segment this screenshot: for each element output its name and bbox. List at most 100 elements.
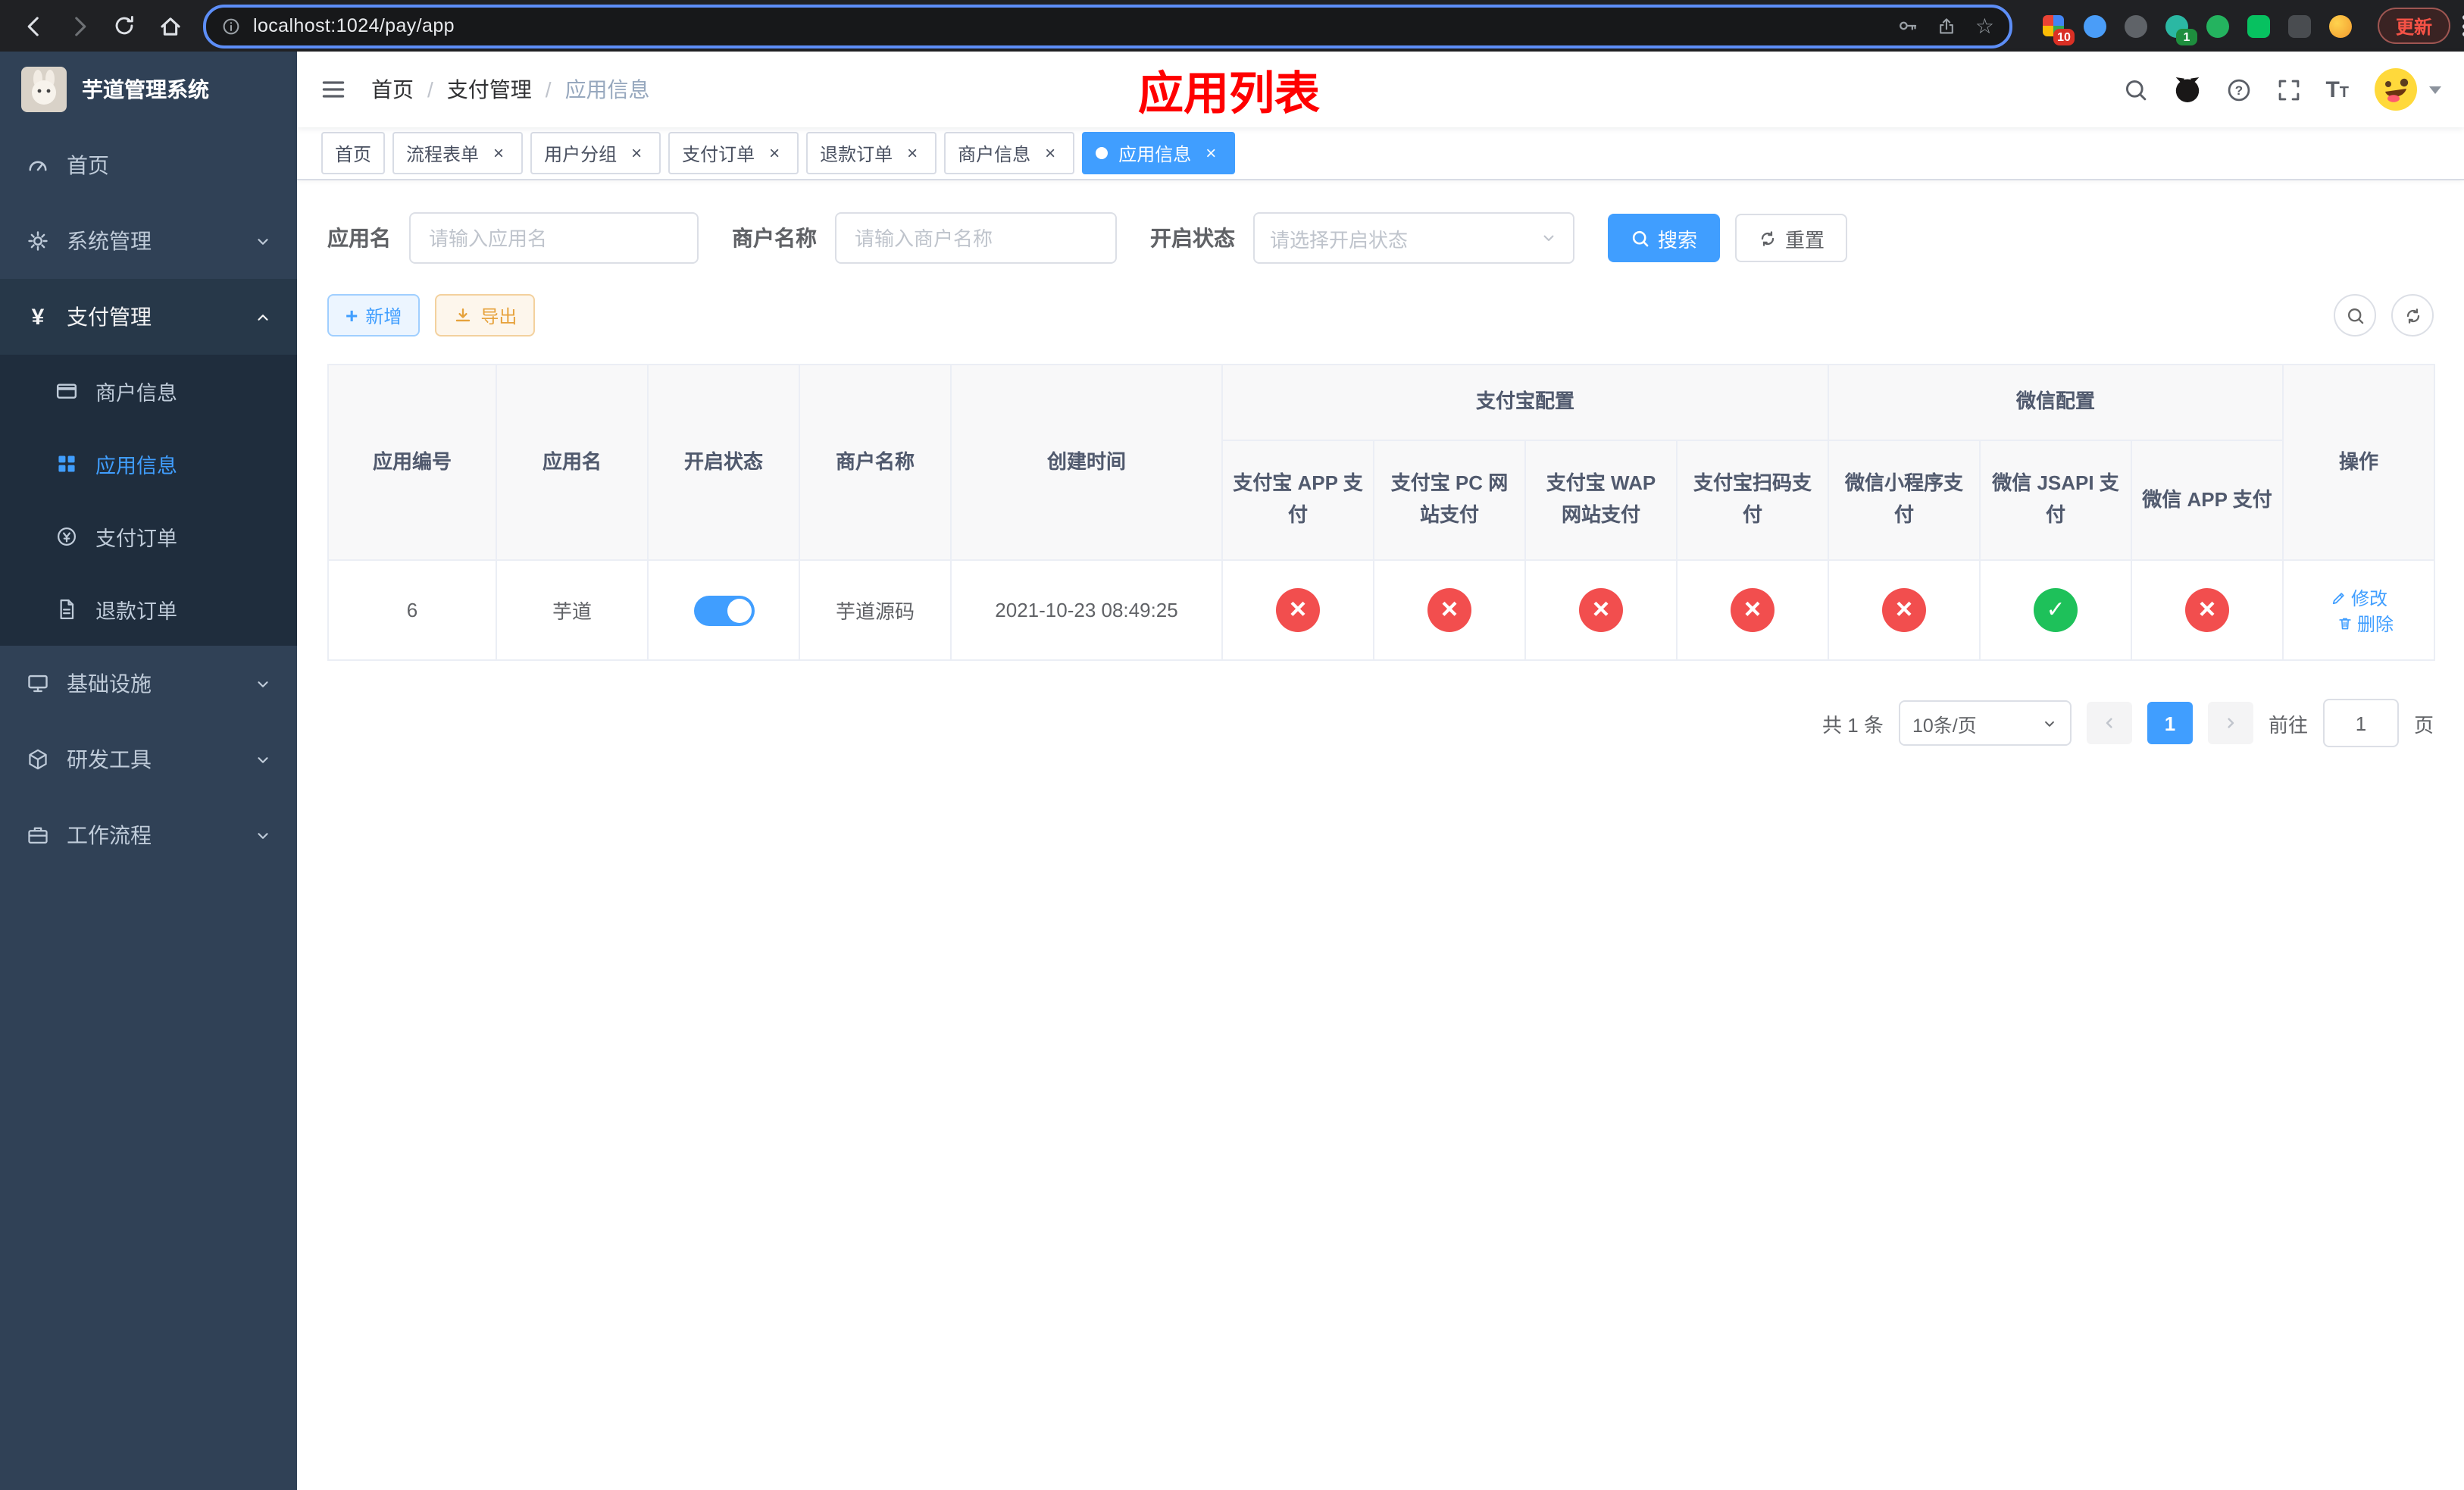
share-icon[interactable] xyxy=(1937,16,1957,36)
page-size-select[interactable]: 10条/页 xyxy=(1898,700,2072,746)
next-page-button[interactable] xyxy=(2207,702,2253,744)
help-icon[interactable]: ? xyxy=(2225,77,2251,102)
sidebar-item-app-info[interactable]: 应用信息 xyxy=(0,427,297,500)
refresh-icon[interactable] xyxy=(2391,294,2434,337)
dashboard-icon xyxy=(26,153,50,177)
tabs-bar: 首页 流程表单 用户分组 支付订单 退款订单 商户信息 应用信息 xyxy=(297,127,2464,180)
tab-app-info[interactable]: 应用信息 xyxy=(1082,132,1236,174)
github-icon[interactable] xyxy=(2172,75,2201,104)
sidebar-item-refund-order[interactable]: 退款订单 xyxy=(0,573,297,646)
col-alipay-pc: 支付宝 PC 网站支付 xyxy=(1373,440,1526,561)
close-icon[interactable] xyxy=(626,142,647,164)
extension-green-circle-icon[interactable] xyxy=(2203,12,2231,39)
sidebar-item-home[interactable]: 首页 xyxy=(0,127,297,203)
group-alipay-config: 支付宝配置 xyxy=(1221,364,1830,441)
sidebar: 芋道管理系统 首页 系统管理 ¥ 支付管理 商户信息 应用信息 支付订单 退款订… xyxy=(0,52,297,1490)
search-button[interactable]: 搜索 xyxy=(1608,214,1721,262)
extension-gray-icon[interactable] xyxy=(2122,12,2149,39)
toggle-search-icon[interactable] xyxy=(2334,294,2376,337)
edit-link[interactable]: 修改 xyxy=(2330,584,2387,610)
goto-page-input[interactable] xyxy=(2322,699,2399,747)
extension-emoji-icon[interactable] xyxy=(2326,12,2353,39)
tab-home[interactable]: 首页 xyxy=(321,132,386,174)
fullscreen-icon[interactable] xyxy=(2275,77,2301,102)
extension-wechat-icon[interactable] xyxy=(2244,12,2272,39)
merchant-name-input[interactable] xyxy=(835,212,1117,264)
back-icon[interactable] xyxy=(12,5,55,47)
trash-icon xyxy=(2336,615,2353,631)
sidebar-item-infra[interactable]: 基础设施 xyxy=(0,646,297,722)
chevron-up-icon xyxy=(255,308,271,325)
document-icon xyxy=(55,597,79,621)
bookmark-star-icon[interactable]: ☆ xyxy=(1975,15,1994,36)
status-label: 开启状态 xyxy=(1150,226,1235,250)
address-bar[interactable]: localhost:1024/pay/app ☆ xyxy=(203,4,2012,48)
extension-badge: 10 xyxy=(2053,29,2075,45)
col-alipay-qr: 支付宝扫码支付 xyxy=(1675,440,1830,561)
status-cell xyxy=(647,559,800,661)
reload-icon[interactable] xyxy=(103,5,145,47)
merchant-name-label: 商户名称 xyxy=(732,226,817,250)
sidebar-toggle-icon[interactable] xyxy=(320,76,347,103)
page-number-1[interactable]: 1 xyxy=(2147,702,2193,744)
sidebar-item-pay-order[interactable]: 支付订单 xyxy=(0,500,297,573)
app-name-input[interactable] xyxy=(409,212,699,264)
breadcrumb-separator: / xyxy=(427,77,433,102)
alipay-wap-status-icon xyxy=(1579,588,1623,632)
tab-flow-form[interactable]: 流程表单 xyxy=(392,132,524,174)
tab-merchant-info[interactable]: 商户信息 xyxy=(944,132,1075,174)
avatar-image xyxy=(2373,67,2419,112)
merchant-cell: 芋道源码 xyxy=(799,559,952,661)
extension-blue-icon[interactable] xyxy=(2081,12,2108,39)
home-icon[interactable] xyxy=(149,5,191,47)
grid-icon xyxy=(55,452,79,476)
goto-suffix: 页 xyxy=(2413,713,2434,736)
reset-button[interactable]: 重置 xyxy=(1735,214,1848,262)
extension-grid-icon[interactable]: 10 xyxy=(2040,12,2075,45)
monitor-icon xyxy=(26,671,50,696)
table-toolbar: + 新增 导出 xyxy=(327,294,2434,337)
extensions-area: 10 1 xyxy=(2040,12,2353,45)
tab-user-group[interactable]: 用户分组 xyxy=(530,132,661,174)
user-avatar[interactable] xyxy=(2373,67,2441,112)
status-switch[interactable] xyxy=(693,595,754,625)
tab-refund-order[interactable]: 退款订单 xyxy=(806,132,937,174)
close-icon[interactable] xyxy=(488,142,509,164)
chevron-down-icon xyxy=(255,751,271,768)
sidebar-item-payment[interactable]: ¥ 支付管理 xyxy=(0,279,297,355)
add-button[interactable]: + 新增 xyxy=(327,294,421,337)
tab-pay-order[interactable]: 支付订单 xyxy=(668,132,799,174)
extension-puzzle-icon[interactable] xyxy=(2285,12,2312,39)
pagination: 共 1 条 10条/页 1 前往 页 xyxy=(327,699,2434,747)
group-wechat-config: 微信配置 xyxy=(1828,364,2284,441)
wx-app-status-icon xyxy=(2185,588,2230,632)
key-icon[interactable] xyxy=(1898,15,1919,36)
status-select[interactable]: 请选择开启状态 xyxy=(1253,212,1574,264)
extension-avatar-icon[interactable]: 1 xyxy=(2162,12,2197,45)
close-icon[interactable] xyxy=(1040,142,1061,164)
site-info-icon[interactable] xyxy=(221,16,241,36)
breadcrumb-home[interactable]: 首页 xyxy=(371,74,414,105)
export-button[interactable]: 导出 xyxy=(435,294,536,337)
sidebar-item-system[interactable]: 系统管理 xyxy=(0,203,297,279)
total-count: 共 1 条 xyxy=(1822,713,1884,736)
briefcase-icon xyxy=(26,823,50,847)
sidebar-item-dev-tools[interactable]: 研发工具 xyxy=(0,722,297,797)
search-icon[interactable] xyxy=(2122,77,2148,102)
browser-update-button[interactable]: 更新 xyxy=(2378,8,2451,44)
delete-link[interactable]: 删除 xyxy=(2336,610,2394,636)
breadcrumb-payment[interactable]: 支付管理 xyxy=(447,74,532,105)
app-logo[interactable]: 芋道管理系统 xyxy=(0,52,297,127)
close-icon[interactable] xyxy=(764,142,785,164)
prev-page-button[interactable] xyxy=(2086,702,2132,744)
table-row: 6 芋道 芋道源码 2021-10-23 08:49:25 × × × × × … xyxy=(327,559,2436,661)
alipay-qr-status-icon xyxy=(1731,588,1775,632)
close-icon[interactable] xyxy=(902,142,923,164)
sidebar-item-workflow[interactable]: 工作流程 xyxy=(0,797,297,873)
sidebar-item-merchant-info[interactable]: 商户信息 xyxy=(0,355,297,427)
col-wx-mini: 微信小程序支付 xyxy=(1828,440,1981,561)
font-size-icon[interactable]: TT xyxy=(2325,77,2349,102)
close-icon[interactable] xyxy=(1200,142,1221,164)
col-actions: 操作 xyxy=(2282,364,2436,561)
forward-icon[interactable] xyxy=(58,5,100,47)
